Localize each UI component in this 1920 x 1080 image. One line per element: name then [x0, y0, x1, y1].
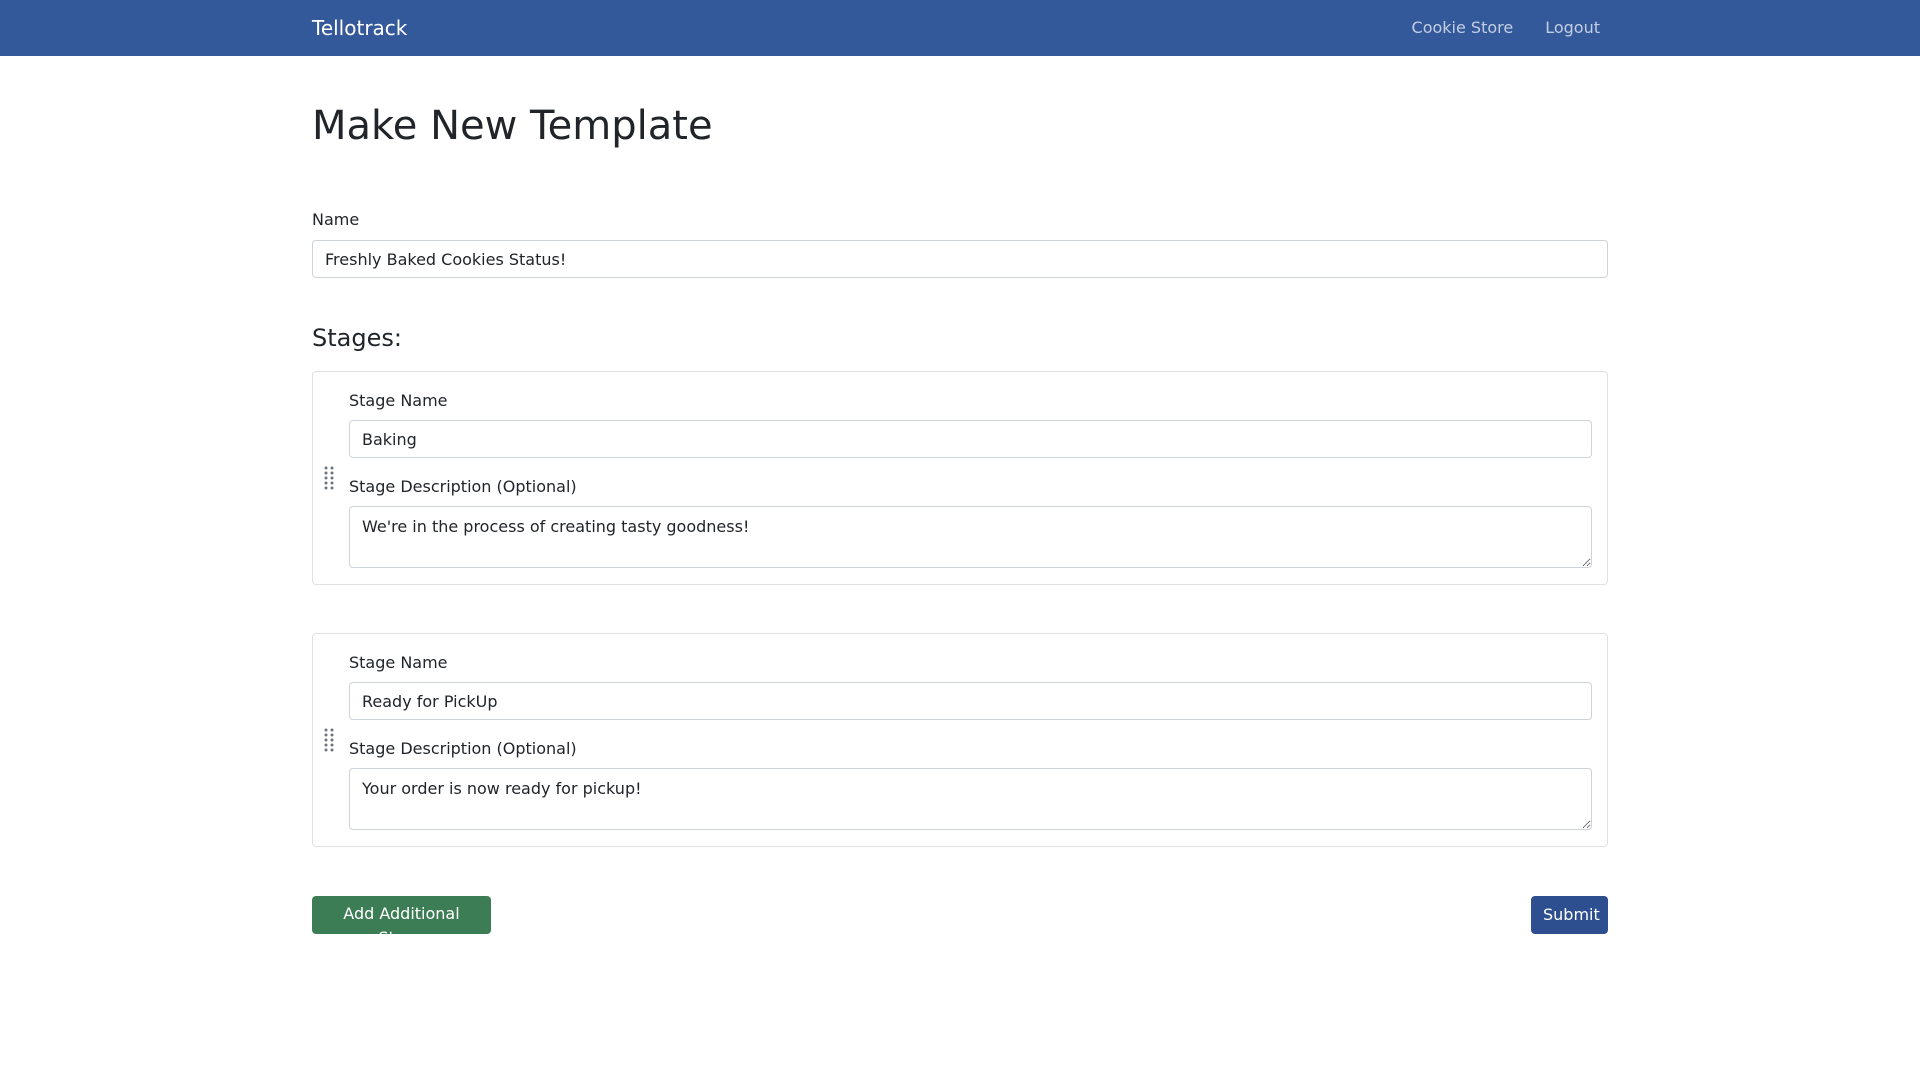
stage-description-label: Stage Description (Optional): [349, 739, 577, 758]
stage-name-input[interactable]: [349, 420, 1592, 458]
template-name-input[interactable]: [312, 240, 1608, 278]
stage-card: Stage Name Stage Description (Optional) …: [312, 633, 1608, 847]
submit-button[interactable]: Submit: [1531, 896, 1608, 934]
nav-links: Cookie Store Logout: [1412, 16, 1600, 40]
nav-link-logout[interactable]: Logout: [1545, 16, 1600, 40]
stage-name-label: Stage Name: [349, 391, 448, 410]
stage-name-input[interactable]: [349, 682, 1592, 720]
stage-description-textarea[interactable]: Your order is now ready for pickup!: [349, 768, 1592, 830]
stage-description-textarea[interactable]: We're in the process of creating tasty g…: [349, 506, 1592, 568]
stage-description-label: Stage Description (Optional): [349, 477, 577, 496]
drag-handle-icon[interactable]: [323, 466, 335, 490]
nav-link-cookie-store[interactable]: Cookie Store: [1412, 16, 1514, 40]
stages-heading: Stages:: [312, 324, 402, 352]
stage-card: Stage Name Stage Description (Optional) …: [312, 371, 1608, 585]
top-navbar: Tellotrack Cookie Store Logout: [0, 0, 1920, 56]
name-label: Name: [312, 210, 360, 229]
add-stage-button[interactable]: Add Additional Stage: [312, 896, 491, 947]
page-title: Make New Template: [312, 103, 713, 149]
stage-name-label: Stage Name: [349, 653, 448, 672]
brand-link[interactable]: Tellotrack: [312, 14, 407, 42]
drag-handle-icon[interactable]: [323, 728, 335, 752]
